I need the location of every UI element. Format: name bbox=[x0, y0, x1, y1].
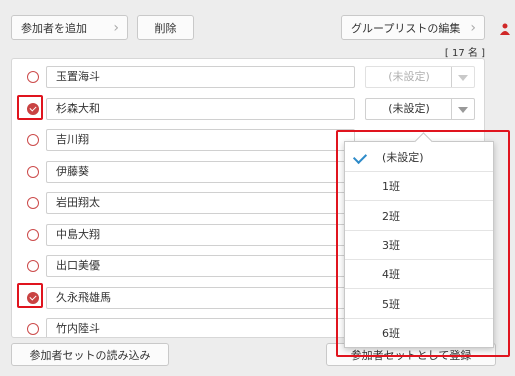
group-select[interactable]: (未設定) bbox=[365, 97, 475, 120]
select-radio[interactable] bbox=[27, 165, 39, 178]
delete-label: 削除 bbox=[154, 21, 177, 35]
load-participant-set-label: 参加者セットの読み込み bbox=[29, 348, 151, 362]
highlight-box bbox=[336, 130, 510, 357]
highlight-box bbox=[17, 283, 43, 308]
select-radio[interactable] bbox=[27, 71, 39, 83]
participant-name-field[interactable]: 中島大翔 bbox=[46, 223, 355, 246]
participant-name-field[interactable]: 岩田翔太 bbox=[46, 192, 355, 214]
chevron-down-icon[interactable] bbox=[451, 67, 474, 87]
participant-row[interactable]: 杉森大和 (未設定) bbox=[12, 94, 484, 125]
delete-button[interactable]: 削除 bbox=[137, 15, 194, 40]
participant-count: [ 17 名 ] bbox=[444, 48, 485, 59]
participant-name-field[interactable]: 伊藤葵 bbox=[46, 160, 355, 183]
select-radio[interactable] bbox=[27, 134, 39, 146]
chevron-right-icon: › bbox=[113, 19, 119, 36]
edit-group-list-label: グループリストの編集 bbox=[351, 21, 461, 35]
highlight-box bbox=[17, 95, 43, 120]
participant-name-field[interactable]: 杉森大和 bbox=[46, 97, 355, 120]
participant-name-field[interactable]: 玉置海斗 bbox=[46, 66, 355, 88]
load-participant-set-button[interactable]: 参加者セットの読み込み bbox=[11, 343, 169, 366]
select-radio[interactable] bbox=[27, 260, 39, 272]
group-select-value: (未設定) bbox=[388, 101, 430, 115]
participant-name-field[interactable]: 吉川翔 bbox=[46, 129, 355, 151]
user-icon[interactable] bbox=[498, 22, 512, 36]
select-radio[interactable] bbox=[27, 323, 39, 335]
participant-name-field[interactable]: 竹内陸斗 bbox=[46, 318, 355, 337]
chevron-right-icon: › bbox=[470, 19, 476, 36]
edit-group-list-button[interactable]: グループリストの編集 › bbox=[341, 15, 485, 40]
group-select[interactable]: (未設定) bbox=[365, 66, 475, 88]
select-radio[interactable] bbox=[27, 197, 39, 209]
add-participant-label: 参加者を追加 bbox=[21, 21, 87, 35]
chevron-down-icon[interactable] bbox=[451, 98, 474, 119]
group-select-value: (未設定) bbox=[388, 70, 430, 83]
select-radio[interactable] bbox=[27, 228, 39, 241]
participant-name-field[interactable]: 久永飛雄馬 bbox=[46, 286, 355, 309]
add-participant-button[interactable]: 参加者を追加 › bbox=[11, 15, 128, 40]
participant-row[interactable]: 玉置海斗 (未設定) bbox=[12, 62, 484, 93]
participant-name-field[interactable]: 出口美優 bbox=[46, 255, 355, 277]
